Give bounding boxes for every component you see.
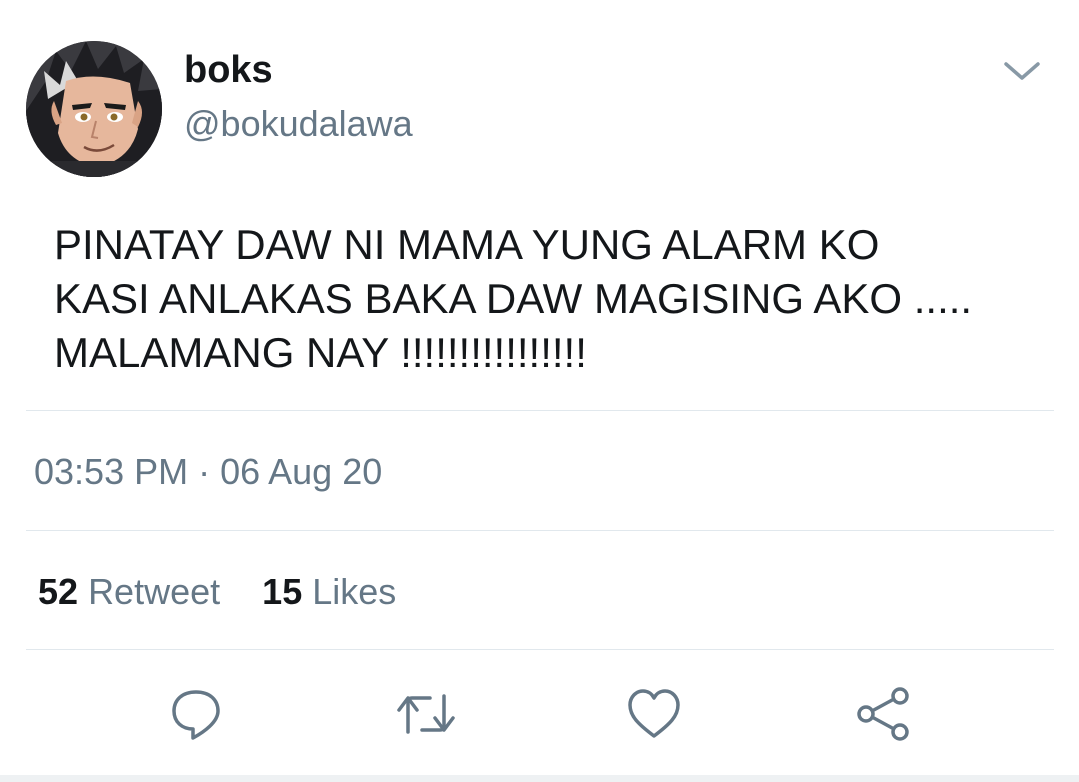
avatar[interactable] bbox=[26, 41, 162, 177]
share-button[interactable] bbox=[852, 682, 916, 746]
share-icon bbox=[857, 687, 909, 741]
tweet-timestamp[interactable]: 03:53 PM · 06 Aug 20 bbox=[34, 450, 382, 494]
reply-icon bbox=[172, 690, 220, 740]
divider bbox=[26, 410, 1054, 411]
likes-stat[interactable]: 15 Likes bbox=[252, 571, 396, 612]
retweet-button[interactable] bbox=[394, 682, 458, 746]
likes-count: 15 bbox=[262, 571, 303, 612]
chevron-down-icon bbox=[1004, 62, 1040, 80]
tweet-text: PINATAY DAW NI MAMA YUNG ALARM KO KASI A… bbox=[54, 221, 973, 376]
retweet-icon bbox=[397, 694, 455, 734]
retweet-count: 52 bbox=[38, 571, 79, 612]
display-name[interactable]: boks bbox=[184, 48, 273, 92]
like-button[interactable] bbox=[622, 682, 686, 746]
retweet-label: Retweet bbox=[88, 571, 221, 612]
user-handle[interactable]: @bokudalawa bbox=[184, 102, 413, 146]
likes-label: Likes bbox=[312, 571, 397, 612]
reply-button[interactable] bbox=[164, 682, 228, 746]
like-icon bbox=[628, 689, 680, 738]
more-options-button[interactable] bbox=[1000, 56, 1044, 88]
anime-avatar-icon bbox=[26, 41, 162, 177]
divider bbox=[26, 530, 1054, 531]
retweets-stat[interactable]: 52 Retweet bbox=[38, 571, 230, 612]
bottom-edge bbox=[0, 775, 1079, 782]
divider bbox=[26, 649, 1054, 650]
tweet-stats: 52 Retweet 15 Likes bbox=[38, 570, 396, 614]
